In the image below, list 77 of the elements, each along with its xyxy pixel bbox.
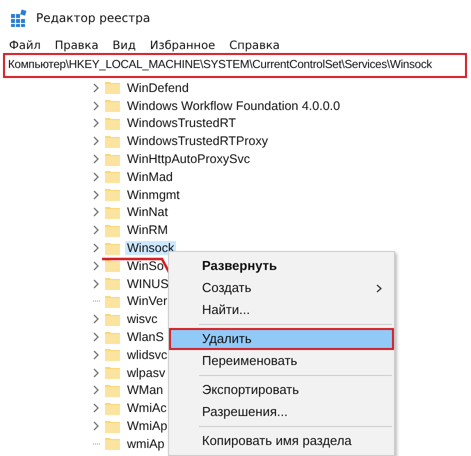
folder-icon (105, 242, 120, 255)
menu-item[interactable]: Правка (50, 38, 104, 52)
tree-item[interactable]: Winsock (125, 241, 176, 256)
chevron-icon[interactable] (93, 190, 100, 200)
folder-icon (105, 152, 120, 166)
chevron-icon[interactable] (93, 154, 100, 164)
folder-icon (105, 99, 120, 112)
folder-icon (105, 277, 120, 290)
tree-item[interactable]: WmiAc (125, 401, 169, 416)
chevron-icon[interactable] (93, 260, 100, 271)
folder-icon (105, 116, 120, 130)
tree-item[interactable]: WmiAp (125, 419, 170, 434)
tree-item[interactable]: WMan (125, 383, 166, 398)
chevron-icon[interactable] (93, 403, 100, 414)
menu-item[interactable]: Вид (108, 38, 141, 52)
folder-icon (105, 402, 120, 415)
menu-item[interactable]: Развернуть (169, 255, 394, 277)
chevron-icon[interactable] (93, 332, 100, 342)
chevron-icon[interactable] (93, 243, 100, 254)
tree-item[interactable]: WinSo (125, 258, 166, 273)
tree-item[interactable]: Winmgmt (125, 188, 182, 202)
tree-item[interactable]: WinDefend (125, 80, 191, 95)
chevron-icon[interactable] (93, 314, 100, 324)
folder-icon (105, 330, 120, 344)
menu-item[interactable]: Удалить (169, 328, 394, 350)
menu-item[interactable]: Найти... (169, 299, 394, 321)
menu-item[interactable]: Избранное (144, 38, 220, 52)
folder-icon (105, 384, 120, 397)
folder-icon (105, 259, 120, 272)
menu-item[interactable]: Копировать имя раздела (169, 430, 394, 452)
menu-item[interactable]: Файл (4, 38, 46, 52)
tree-item[interactable]: WindowsTrustedRTProxy (125, 134, 270, 148)
tree-item[interactable]: WinNat (125, 205, 170, 220)
address-field[interactable]: Компьютер\HKEY_LOCAL_MACHINE\SYSTEM\CurrentControlSet\Services\Winsock (3, 53, 467, 78)
window-title: Редактор реестра (36, 11, 150, 25)
chevron-icon[interactable] (93, 368, 100, 378)
chevron-icon[interactable] (93, 100, 100, 111)
menu-item[interactable]: Справка (224, 38, 285, 52)
folder-icon (105, 348, 120, 362)
chevron-icon[interactable] (93, 207, 100, 218)
tree-item[interactable]: WinMad (125, 170, 175, 184)
tree-item[interactable]: wlidsvc (125, 348, 170, 362)
folder-icon (105, 366, 120, 380)
chevron-icon[interactable] (93, 118, 100, 128)
folder-icon (105, 224, 120, 237)
menu-item[interactable]: Переименовать (169, 350, 394, 372)
folder-icon (105, 420, 120, 433)
folder-icon (105, 81, 120, 94)
tree-item[interactable]: wisvc (125, 312, 160, 326)
chevron-icon[interactable] (93, 421, 100, 432)
registry-icon (10, 9, 28, 27)
menu-item[interactable]: Создать (169, 277, 394, 299)
tree-item[interactable]: WINUS (125, 276, 171, 291)
folder-icon (105, 188, 120, 202)
tree-item[interactable]: Windows Workflow Foundation 4.0.0.0 (125, 98, 342, 113)
tree-item[interactable]: WinHttpAutoProxySvc (125, 152, 252, 166)
folder-icon (105, 437, 120, 450)
tree-item[interactable]: WindowsTrustedRT (125, 116, 238, 130)
chevron-icon[interactable] (93, 82, 100, 93)
folder-icon (105, 206, 120, 219)
folder-icon (105, 294, 120, 308)
tree-item[interactable]: WinRM (125, 223, 170, 238)
folder-icon (105, 134, 120, 148)
tree-item[interactable]: wlpasv (125, 366, 168, 380)
menu-item[interactable]: Разрешения... (169, 401, 394, 423)
chevron-icon[interactable] (93, 136, 100, 146)
chevron-icon[interactable] (93, 172, 100, 182)
folder-icon (105, 170, 120, 184)
chevron-icon[interactable] (93, 350, 100, 360)
tree-item[interactable]: wmiAp (125, 436, 167, 451)
menu-item[interactable]: Экспортировать (169, 379, 394, 401)
chevron-icon[interactable] (93, 225, 100, 236)
folder-icon (105, 312, 120, 326)
tree-item[interactable]: WinVer (125, 294, 170, 308)
tree-item[interactable]: WlanS (125, 330, 166, 344)
chevron-icon[interactable] (93, 385, 100, 396)
chevron-icon[interactable] (93, 278, 100, 289)
